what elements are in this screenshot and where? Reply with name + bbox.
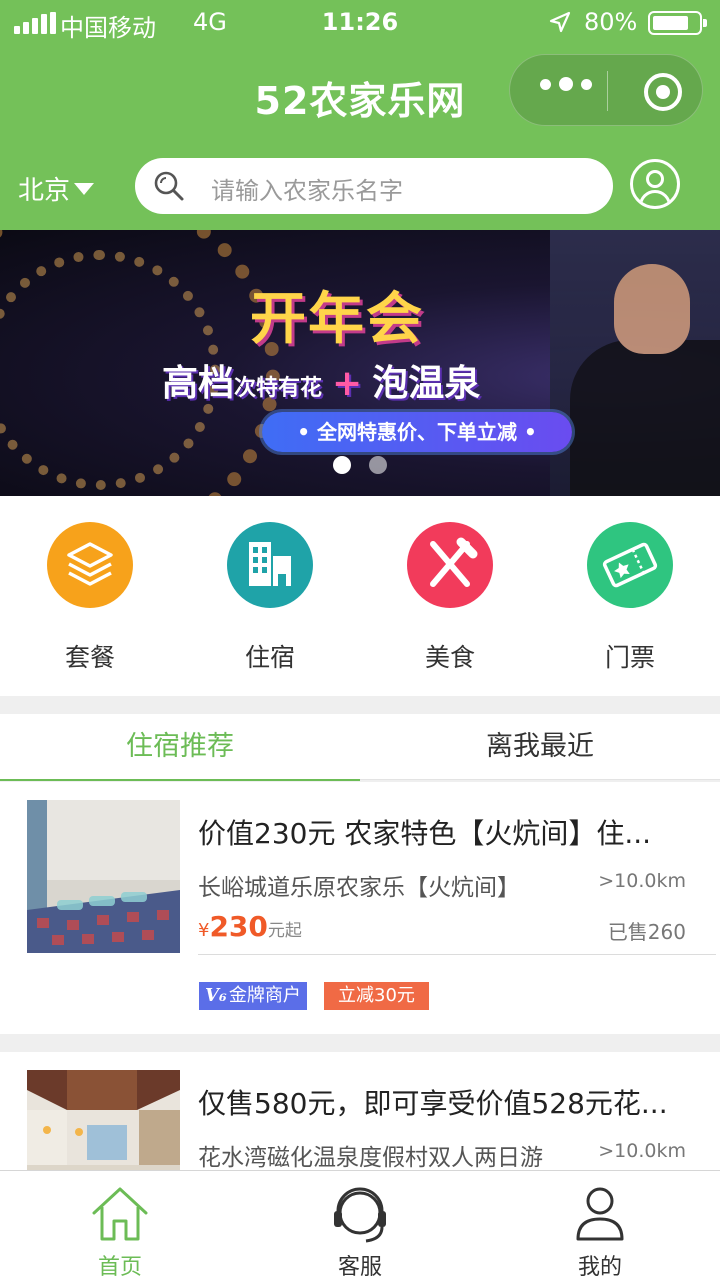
- listing-distance: >10.0km: [598, 1140, 686, 1162]
- city-selector[interactable]: 北京: [18, 170, 95, 207]
- search-icon: [154, 171, 184, 201]
- listing-price: ¥230元起: [198, 910, 302, 943]
- home-icon: [92, 1187, 148, 1241]
- tabbar-label: 我的: [577, 1255, 622, 1280]
- bottom-tab-bar: 首页 客服 我的: [0, 1170, 720, 1280]
- utensils-icon: [407, 522, 493, 608]
- category-package[interactable]: 套餐: [30, 522, 150, 674]
- category-grid: 套餐 住宿 美食 门票: [0, 496, 720, 696]
- banner-subline: 高档次特有花 + 泡温泉: [162, 354, 480, 406]
- ticket-icon: [587, 522, 673, 608]
- listing-subtitle: 长峪城道乐原农家乐【火炕间】: [198, 875, 520, 901]
- merchant-badge-text: 金牌商户: [228, 985, 301, 1006]
- category-label: 套餐: [64, 643, 115, 672]
- tabbar-me[interactable]: 我的: [480, 1171, 720, 1280]
- listing-subtitle: 花水湾磁化温泉度假村双人两日游: [198, 1145, 543, 1170]
- banner-line-main: 高档: [162, 363, 235, 404]
- category-label: 住宿: [244, 643, 295, 672]
- tabbar-label: 客服: [337, 1255, 382, 1280]
- dropdown-triangle-icon: [74, 182, 95, 195]
- carousel-dot[interactable]: [333, 456, 351, 474]
- merchant-v-mark: V₆: [205, 985, 227, 1006]
- listing-tabs: 住宿推荐 离我最近: [0, 714, 720, 781]
- building-icon: [227, 522, 313, 608]
- banner-headline: 开年会: [250, 287, 424, 352]
- discount-badge: 立减30元: [324, 982, 429, 1010]
- listing-card[interactable]: 仅售580元，即可享受价值528元花... 花水湾磁化温泉度假村双人两日游 >1…: [0, 1052, 720, 1170]
- listing-card[interactable]: 价值230元 农家特色【火炕间】住... 长峪城道乐原农家乐【火炕间】 >10.…: [0, 782, 720, 1034]
- battery-icon: [648, 11, 707, 35]
- banner-line-small: 次特有花: [234, 376, 323, 401]
- listing-photo: [27, 1070, 180, 1170]
- tabbar-label: 首页: [97, 1255, 142, 1280]
- price-value: 230: [209, 910, 268, 943]
- listing-sold-count: 已售260: [607, 920, 686, 944]
- category-tickets[interactable]: 门票: [570, 522, 690, 674]
- category-label: 门票: [604, 643, 655, 672]
- category-food[interactable]: 美食: [390, 522, 510, 674]
- mini-program-capsule: [509, 54, 703, 126]
- gold-merchant-badge: V₆ 金牌商户: [199, 982, 307, 1010]
- city-label: 北京: [18, 176, 71, 206]
- category-label: 美食: [424, 643, 475, 672]
- tab-nearest[interactable]: 离我最近: [360, 714, 720, 780]
- search-input[interactable]: 请输入农家乐名字: [135, 158, 613, 214]
- listing-title: 价值230元 农家特色【火炕间】住...: [198, 817, 652, 850]
- banner-line-right: 泡温泉: [372, 363, 481, 404]
- promo-banner[interactable]: 开年会 高档次特有花 + 泡温泉 • 全网特惠价、下单立减 •: [0, 230, 720, 496]
- listing-distance: >10.0km: [598, 870, 686, 892]
- banner-line-plus: +: [332, 363, 363, 404]
- more-menu-icon[interactable]: [540, 77, 592, 91]
- layers-icon: [47, 522, 133, 608]
- category-lodging[interactable]: 住宿: [210, 522, 330, 674]
- headset-icon: [334, 1187, 386, 1243]
- carousel-dots: [333, 456, 387, 474]
- listing-title: 仅售580元，即可享受价值528元花...: [198, 1087, 668, 1120]
- price-suffix: 元起: [267, 921, 302, 941]
- tabbar-service[interactable]: 客服: [240, 1171, 480, 1280]
- search-placeholder: 请输入农家乐名字: [211, 177, 403, 205]
- banner-photo: [550, 230, 720, 496]
- tabbar-home[interactable]: 首页: [0, 1171, 240, 1280]
- close-miniprogram-icon[interactable]: [644, 73, 682, 111]
- location-arrow-icon: [549, 11, 571, 33]
- banner-pill: • 全网特惠价、下单立减 •: [262, 412, 572, 452]
- status-bar: 中国移动 4G 11:26 80%: [0, 0, 720, 46]
- user-icon: [576, 1187, 624, 1241]
- carousel-dot[interactable]: [369, 456, 387, 474]
- tab-lodging-recommend[interactable]: 住宿推荐: [0, 714, 360, 781]
- top-bar: 中国移动 4G 11:26 80% 52农家乐网 北京 请输入农家乐名字: [0, 0, 720, 230]
- profile-icon[interactable]: [630, 159, 680, 209]
- battery-percent: 80%: [584, 8, 638, 36]
- listing-divider: [198, 954, 716, 955]
- price-currency: ¥: [198, 920, 210, 941]
- listing-photo: [27, 800, 180, 953]
